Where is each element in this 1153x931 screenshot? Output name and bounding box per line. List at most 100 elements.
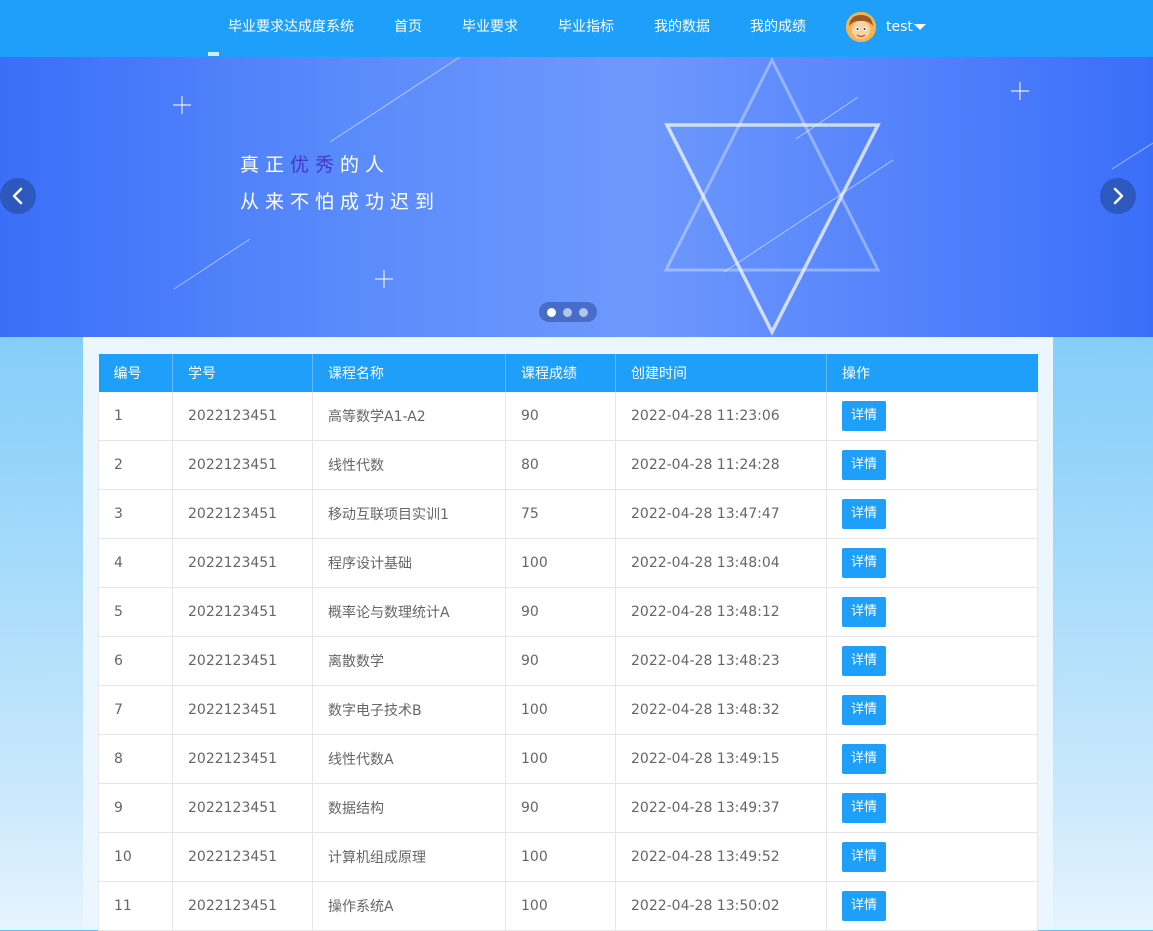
- table-row: 5 2022123451 概率论与数理统计A 90 2022-04-28 13:48:1…: [98, 587, 1038, 637]
- cell-student-number: 2022123451: [172, 734, 313, 784]
- detail-button[interactable]: 详情: [842, 401, 886, 431]
- cell-actions: 详情: [826, 392, 1038, 441]
- cell-course-name: 线性代数: [312, 440, 506, 490]
- cell-course-score: 100: [505, 685, 616, 735]
- slogan-text: 的人: [340, 154, 391, 176]
- cell-actions: 详情: [826, 783, 1038, 833]
- banner-decoration: [173, 57, 1153, 336]
- cartoon-avatar-icon: [846, 12, 876, 42]
- header-course-name: 课程名称: [312, 354, 506, 392]
- detail-button[interactable]: 详情: [842, 695, 886, 725]
- nav-item-graduation-indicators[interactable]: 毕业指标: [558, 17, 614, 37]
- cell-actions: 详情: [826, 881, 1038, 931]
- cell-id: 10: [98, 832, 173, 882]
- nav-active-indicator: [208, 52, 219, 56]
- cell-course-score: 100: [505, 881, 616, 931]
- carousel-dot-2[interactable]: [563, 308, 572, 317]
- cell-course-name: 高等数学A1-A2: [312, 392, 506, 441]
- cell-course-score: 100: [505, 734, 616, 784]
- cell-student-number: 2022123451: [172, 489, 313, 539]
- cell-created-time: 2022-04-28 13:49:37: [615, 783, 827, 833]
- cell-course-score: 75: [505, 489, 616, 539]
- cell-created-time: 2022-04-28 13:48:32: [615, 685, 827, 735]
- nav-item-graduation-requirements[interactable]: 毕业要求: [462, 17, 518, 37]
- cell-id: 2: [98, 440, 173, 490]
- cell-course-name: 数据结构: [312, 783, 506, 833]
- carousel-dot-3[interactable]: [579, 308, 588, 317]
- detail-button[interactable]: 详情: [842, 744, 886, 774]
- cell-course-score: 100: [505, 538, 616, 588]
- nav-brand-link[interactable]: 毕业要求达成度系统: [228, 17, 354, 37]
- cell-course-score: 90: [505, 587, 616, 637]
- cell-id: 7: [98, 685, 173, 735]
- cell-id: 11: [98, 881, 173, 931]
- table-row: 7 2022123451 数字电子技术B 100 2022-04-28 13:48:32…: [98, 685, 1038, 735]
- cell-course-score: 80: [505, 440, 616, 490]
- cell-id: 4: [98, 538, 173, 588]
- cell-student-number: 2022123451: [172, 392, 313, 441]
- hero-carousel: 真正优秀的人 从来不怕成功迟到: [0, 57, 1153, 337]
- carousel-next-button[interactable]: [1100, 178, 1136, 214]
- detail-button[interactable]: 详情: [842, 548, 886, 578]
- cell-course-name: 离散数学: [312, 636, 506, 686]
- cell-student-number: 2022123451: [172, 832, 313, 882]
- cell-actions: 详情: [826, 587, 1038, 637]
- cell-id: 1: [98, 392, 173, 441]
- header-created-time: 创建时间: [615, 354, 827, 392]
- cell-course-name: 移动互联项目实训1: [312, 489, 506, 539]
- cell-actions: 详情: [826, 489, 1038, 539]
- cell-student-number: 2022123451: [172, 685, 313, 735]
- detail-button[interactable]: 详情: [842, 499, 886, 529]
- grades-table: 编号 学号 课程名称 课程成绩 创建时间 操作 1 2022123451 高等数学A…: [98, 354, 1038, 931]
- slogan-accent-text: 优秀: [290, 154, 341, 176]
- detail-button[interactable]: 详情: [842, 793, 886, 823]
- cell-created-time: 2022-04-28 13:47:47: [615, 489, 827, 539]
- detail-button[interactable]: 详情: [842, 646, 886, 676]
- cell-created-time: 2022-04-28 13:50:02: [615, 881, 827, 931]
- banner-slogan-line-1: 真正优秀的人: [240, 153, 390, 177]
- cell-student-number: 2022123451: [172, 440, 313, 490]
- cell-created-time: 2022-04-28 13:48:23: [615, 636, 827, 686]
- caret-down-icon[interactable]: [914, 24, 926, 30]
- cell-id: 3: [98, 489, 173, 539]
- nav-item-home[interactable]: 首页: [394, 17, 422, 37]
- header-actions: 操作: [826, 354, 1038, 392]
- avatar[interactable]: [846, 12, 876, 42]
- cell-actions: 详情: [826, 538, 1038, 588]
- table-row: 2 2022123451 线性代数 80 2022-04-28 11:24:28 详情: [98, 440, 1038, 490]
- cell-id: 6: [98, 636, 173, 686]
- cell-course-name: 数字电子技术B: [312, 685, 506, 735]
- carousel-indicators: [539, 302, 597, 322]
- cell-id: 9: [98, 783, 173, 833]
- carousel-prev-button[interactable]: [0, 178, 36, 214]
- detail-button[interactable]: 详情: [842, 842, 886, 872]
- banner-slogan-line-2: 从来不怕成功迟到: [240, 191, 441, 213]
- cell-actions: 详情: [826, 832, 1038, 882]
- cell-course-score: 100: [505, 832, 616, 882]
- table-row: 10 2022123451 计算机组成原理 100 2022-04-28 13:49:5…: [98, 832, 1038, 882]
- cell-course-score: 90: [505, 636, 616, 686]
- nav-item-my-data[interactable]: 我的数据: [654, 17, 710, 37]
- cell-student-number: 2022123451: [172, 783, 313, 833]
- user-name[interactable]: test: [886, 17, 913, 37]
- chevron-left-icon: [12, 187, 23, 205]
- detail-button[interactable]: 详情: [842, 597, 886, 627]
- cell-course-name: 概率论与数理统计A: [312, 587, 506, 637]
- detail-button[interactable]: 详情: [842, 891, 886, 921]
- cell-student-number: 2022123451: [172, 636, 313, 686]
- cell-created-time: 2022-04-28 13:48:12: [615, 587, 827, 637]
- cell-student-number: 2022123451: [172, 587, 313, 637]
- cell-created-time: 2022-04-28 13:49:52: [615, 832, 827, 882]
- slogan-text: 真正: [240, 154, 291, 176]
- carousel-dot-1[interactable]: [547, 308, 556, 317]
- cell-actions: 详情: [826, 440, 1038, 490]
- table-row: 1 2022123451 高等数学A1-A2 90 2022-04-28 11:23:0…: [98, 392, 1038, 441]
- nav-item-my-grades[interactable]: 我的成绩: [750, 17, 806, 37]
- detail-button[interactable]: 详情: [842, 450, 886, 480]
- cell-course-score: 90: [505, 392, 616, 441]
- cell-student-number: 2022123451: [172, 881, 313, 931]
- table-row: 11 2022123451 操作系统A 100 2022-04-28 13:50:02 详…: [98, 881, 1038, 931]
- header-course-score: 课程成绩: [505, 354, 616, 392]
- table-row: 4 2022123451 程序设计基础 100 2022-04-28 13:48:04 详…: [98, 538, 1038, 588]
- chevron-right-icon: [1113, 187, 1124, 205]
